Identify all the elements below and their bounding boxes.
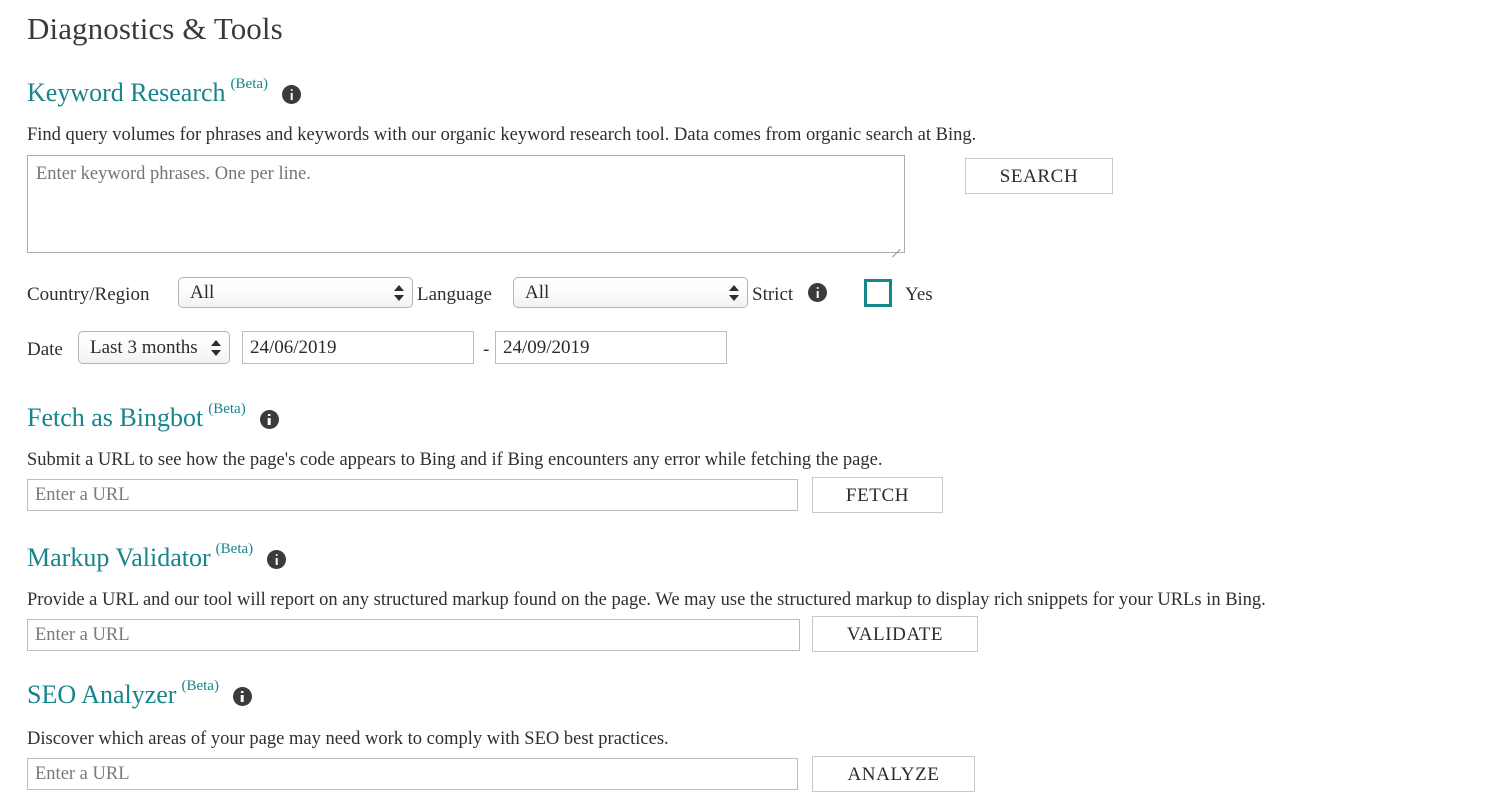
date-range-select[interactable]: Last 3 months — [78, 331, 230, 364]
seo-analyzer-description: Discover which areas of your page may ne… — [27, 729, 669, 749]
seo-analyzer-heading: SEO Analyzer (Beta) — [27, 678, 252, 709]
strict-label: Strict — [752, 284, 794, 305]
country-region-label: Country/Region — [27, 284, 150, 305]
fetch-as-bingbot-beta-badge: (Beta) — [208, 401, 246, 417]
keyword-research-description: Find query volumes for phrases and keywo… — [27, 125, 977, 145]
analyze-button[interactable]: ANALYZE — [812, 756, 975, 792]
chevron-updown-icon — [211, 339, 221, 357]
seo-analyzer-title: SEO Analyzer — [27, 680, 177, 709]
markup-validator-title: Markup Validator — [27, 543, 211, 572]
language-select[interactable]: All — [513, 277, 748, 308]
fetch-as-bingbot-heading: Fetch as Bingbot (Beta) — [27, 401, 279, 432]
page-title: Diagnostics & Tools — [27, 11, 283, 46]
strict-info-circle-icon[interactable] — [808, 283, 827, 302]
keyword-research-beta-badge: (Beta) — [230, 76, 269, 92]
info-circle-icon[interactable] — [267, 550, 287, 569]
validate-button[interactable]: VALIDATE — [812, 616, 978, 652]
keyword-phrases-input[interactable] — [27, 155, 905, 253]
fetch-button[interactable]: FETCH — [812, 477, 943, 513]
strict-checkbox[interactable] — [864, 279, 892, 307]
country-region-value: All — [190, 281, 215, 303]
markup-validator-heading: Markup Validator (Beta) — [27, 541, 287, 572]
language-value: All — [525, 281, 550, 303]
date-range-value: Last 3 months — [90, 336, 198, 358]
country-region-select[interactable]: All — [178, 277, 413, 308]
keyword-search-button[interactable]: SEARCH — [965, 158, 1113, 194]
seo-analyzer-beta-badge: (Beta) — [181, 678, 219, 694]
chevron-updown-icon — [394, 284, 404, 302]
markup-url-input[interactable] — [27, 619, 800, 651]
strict-yes-label: Yes — [905, 284, 933, 305]
fetch-as-bingbot-description: Submit a URL to see how the page's code … — [27, 450, 883, 470]
diagnostics-tools-page: Diagnostics & Tools Keyword Research (Be… — [0, 0, 1500, 802]
fetch-url-input[interactable] — [27, 479, 798, 511]
date-from-input[interactable] — [242, 331, 474, 364]
date-range-separator: - — [483, 339, 490, 360]
info-circle-icon[interactable] — [232, 687, 252, 706]
fetch-as-bingbot-title: Fetch as Bingbot — [27, 403, 204, 432]
date-label: Date — [27, 339, 63, 360]
date-to-input[interactable] — [495, 331, 727, 364]
chevron-updown-icon — [729, 284, 739, 302]
markup-validator-beta-badge: (Beta) — [215, 541, 254, 557]
markup-validator-description: Provide a URL and our tool will report o… — [27, 590, 1266, 610]
language-label: Language — [417, 284, 492, 305]
keyword-research-heading: Keyword Research (Beta) — [27, 76, 302, 107]
keyword-research-title: Keyword Research — [27, 78, 226, 107]
info-circle-icon[interactable] — [259, 410, 279, 429]
seo-url-input[interactable] — [27, 758, 798, 790]
info-circle-icon[interactable] — [282, 85, 302, 104]
